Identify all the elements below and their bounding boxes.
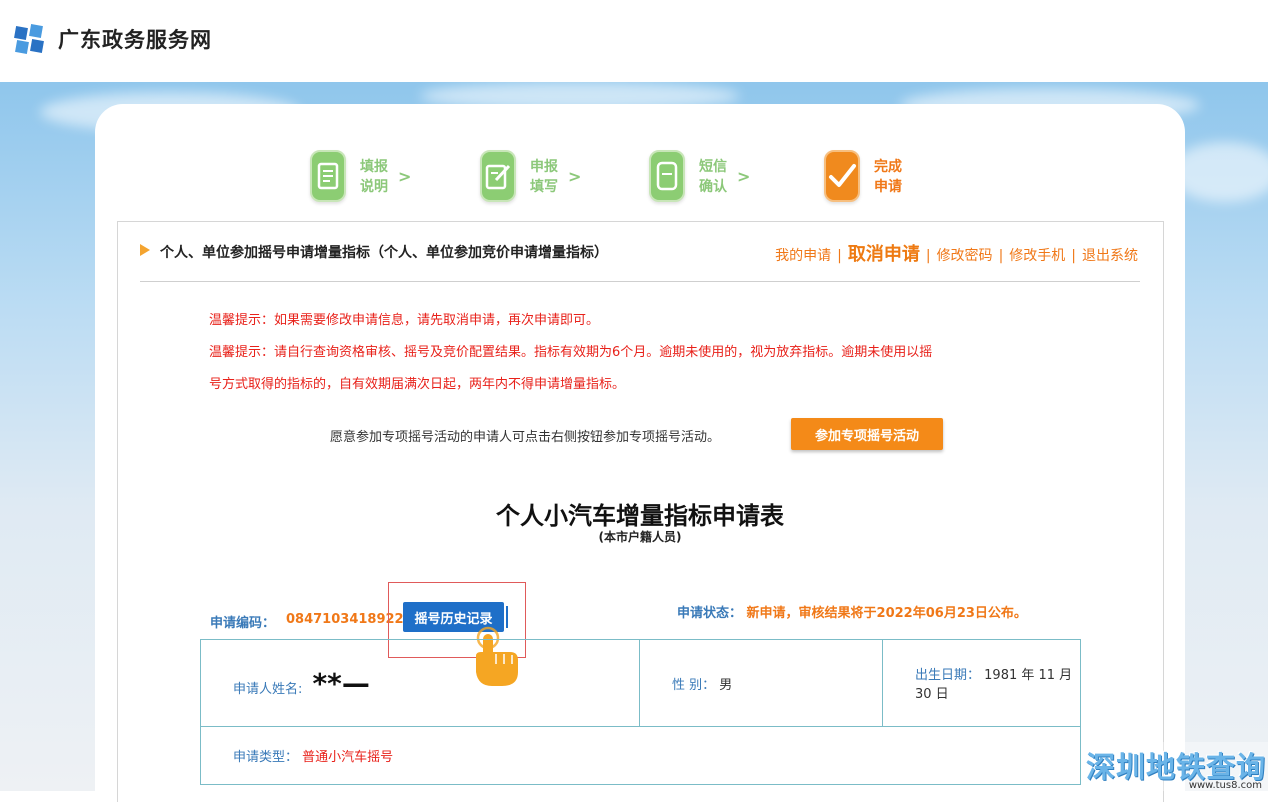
document-icon (310, 150, 346, 202)
step-fill-form: 申报填写 > (480, 148, 581, 204)
logout-link[interactable]: 退出系统 (1082, 248, 1138, 264)
checkmark-icon (824, 150, 860, 202)
table-row: 申请类型： 普通小汽车摇号 (200, 726, 1081, 785)
arrow-right-icon (140, 244, 150, 256)
step-label: 短信确认 (699, 159, 727, 195)
edit-icon (480, 150, 516, 202)
type-cell: 申请类型： 普通小汽车摇号 (200, 726, 1081, 785)
chevron-right-icon: > (737, 166, 751, 186)
step-fill-instructions: 填报说明 > (310, 148, 411, 204)
step-label: 申报填写 (530, 159, 558, 195)
chevron-right-icon: > (398, 166, 412, 186)
application-code-label: 申请编码： (210, 616, 276, 631)
top-bar: 广东政务服务网 (0, 0, 1268, 82)
my-application-link[interactable]: 我的申请 (775, 248, 831, 264)
step-label: 填报说明 (360, 159, 388, 195)
type-value: 普通小汽车摇号 (302, 750, 394, 765)
cancel-application-link[interactable]: 取消申请 (848, 244, 920, 265)
special-lottery-text: 愿意参加专项摇号活动的申请人可点击右侧按钮参加专项摇号活动。 (330, 430, 721, 445)
text-cursor (506, 606, 508, 628)
step-sms-confirm: 短信确认 > (649, 148, 750, 204)
application-status: 申请状态： 新申请，审核结果将于2022年06月23日公布。 (677, 602, 1027, 621)
section-title: 个人、单位参加摇号申请增量指标（个人、单位参加竞价申请增量指标） (160, 245, 608, 261)
section-header: 个人、单位参加摇号申请增量指标（个人、单位参加竞价申请增量指标） 我的申请 | 取消… (140, 240, 1138, 266)
gender-label: 性 别： (672, 677, 716, 693)
tip-validity-line1: 温馨提示：请自行查询资格审核、摇号及竞价配置结果。指标有效期为6个月。逾期未使用… (209, 345, 933, 360)
birth-cell: 出生日期： 1981 年 11 月 30 日 (882, 639, 1081, 727)
form-subtitle: (本市户籍人员) (598, 530, 682, 544)
pinwheel-logo-icon (14, 24, 44, 54)
status-label: 申请状态： (677, 606, 743, 621)
application-code-value: 0847103418922 (286, 612, 404, 627)
gender-cell: 性 别： 男 (639, 639, 883, 727)
name-label: 申请人姓名: (233, 681, 303, 697)
divider (140, 281, 1140, 282)
join-special-lottery-button[interactable]: 参加专项摇号活动 (791, 418, 943, 450)
application-info-table: 申请人姓名: **— 性 别： 男 出生日期： 1981 年 11 月 30 日… (200, 639, 1081, 785)
account-links: 我的申请 | 取消申请 | 修改密码 | 修改手机 | 退出系统 (775, 244, 1138, 265)
form-title: 个人小汽车增量指标申请表 (496, 502, 784, 530)
watermark-url: www.tus8.com (1188, 780, 1262, 791)
gender-value: 男 (719, 677, 733, 693)
name-value: **— (312, 666, 370, 700)
status-value: 新申请，审核结果将于2022年06月23日公布。 (746, 606, 1027, 621)
step-complete: 完成申请 (824, 148, 904, 204)
chevron-right-icon: > (568, 166, 582, 186)
step-label: 完成申请 (874, 159, 902, 195)
watermark: 深圳地铁查询 www.tus8.com (1082, 742, 1268, 791)
tip-modify: 温馨提示：如果需要修改申请信息，请先取消申请，再次申请即可。 (209, 313, 600, 328)
type-label: 申请类型： (233, 750, 299, 765)
phone-icon (649, 150, 685, 202)
site-title: 广东政务服务网 (58, 28, 212, 52)
change-password-link[interactable]: 修改密码 (937, 248, 993, 264)
tip-validity-line2: 号方式取得的指标的，自有效期届满次日起，两年内不得申请增量指标。 (209, 377, 626, 392)
name-cell: 申请人姓名: **— (200, 639, 640, 727)
birth-label: 出生日期： (915, 668, 981, 683)
change-phone-link[interactable]: 修改手机 (1009, 248, 1065, 264)
table-row: 申请人姓名: **— 性 别： 男 出生日期： 1981 年 11 月 30 日 (200, 639, 1081, 727)
